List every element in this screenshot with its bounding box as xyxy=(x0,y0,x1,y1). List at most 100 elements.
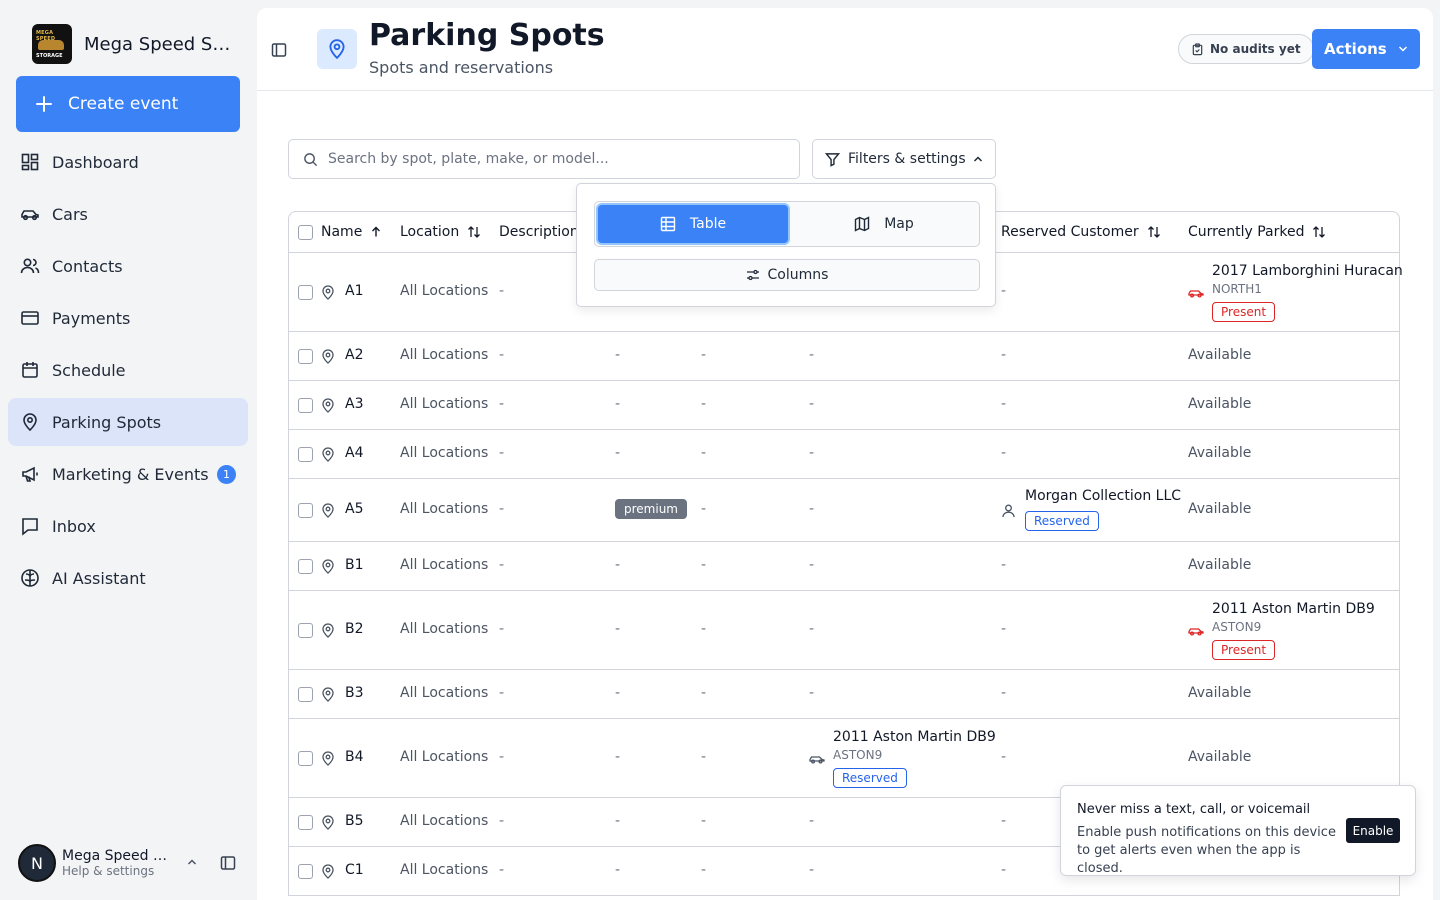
table-row[interactable]: A5 All Locations - premium - - Morgan Co… xyxy=(289,479,1399,542)
column-header-name[interactable]: Name xyxy=(321,224,382,240)
user-menu[interactable]: N Mega Speed St... Help & settings xyxy=(18,842,248,884)
filters-popover: Table Map Columns xyxy=(576,183,996,307)
search-input[interactable]: Search by spot, plate, make, or model... xyxy=(288,139,800,179)
reserved-car-title[interactable]: 2011 Aston Martin DB9 xyxy=(833,729,996,745)
select-all-checkbox[interactable] xyxy=(298,225,313,240)
calendar-icon xyxy=(20,360,40,380)
spot-location: All Locations xyxy=(400,813,489,829)
sidebar-collapse-icon[interactable] xyxy=(220,855,236,871)
map-view-button[interactable]: Map xyxy=(791,205,977,243)
customer-name[interactable]: Morgan Collection LLC xyxy=(1025,488,1181,504)
toast-body: Enable push notifications on this device… xyxy=(1077,825,1336,876)
row-checkbox[interactable] xyxy=(298,398,313,413)
column-header-location[interactable]: Location xyxy=(400,224,481,240)
sidebar-item-label: Payments xyxy=(52,308,131,328)
pin-icon xyxy=(321,398,335,413)
sidebar-item-contacts[interactable]: Contacts xyxy=(8,242,248,290)
dashboard-icon xyxy=(20,152,40,172)
spot-tags: - xyxy=(615,862,621,878)
sidebar-item-label: Parking Spots xyxy=(52,412,162,432)
panel-toggle-icon[interactable] xyxy=(271,42,287,58)
row-checkbox[interactable] xyxy=(298,285,313,300)
audit-status-badge[interactable]: No audits yet xyxy=(1178,34,1314,64)
users-icon xyxy=(20,256,40,276)
spot-name: B3 xyxy=(345,685,364,701)
reserved-customer: - xyxy=(1001,813,1007,829)
sidebar-item-parking-spots[interactable]: Parking Spots xyxy=(8,398,248,446)
status-badge: Reserved xyxy=(833,768,907,788)
sidebar-nav: Dashboard Cars Contacts Payments Schedul… xyxy=(8,138,248,606)
table-view-button[interactable]: Table xyxy=(598,205,788,243)
row-checkbox[interactable] xyxy=(298,559,313,574)
column-header-reserved-customer[interactable]: Reserved Customer xyxy=(1001,224,1161,240)
create-event-button[interactable]: Create event xyxy=(16,76,240,132)
column-header-description[interactable]: Description xyxy=(499,224,579,240)
spot-tags: - xyxy=(615,813,621,829)
table-icon xyxy=(660,216,676,232)
spot-name: A4 xyxy=(345,445,364,461)
actions-button[interactable]: Actions xyxy=(1312,29,1420,69)
spot-description: - xyxy=(499,445,505,461)
spot-location: All Locations xyxy=(400,862,489,878)
reserved-car: - xyxy=(809,557,815,573)
brand[interactable]: MEGA SPEED STORAGE Mega Speed St... xyxy=(32,24,234,64)
reserved-customer: - xyxy=(1001,862,1007,878)
car-icon xyxy=(20,204,40,224)
table-row[interactable]: A4 All Locations - - - - - Available xyxy=(289,430,1399,479)
row-checkbox[interactable] xyxy=(298,815,313,830)
sort-icon xyxy=(1313,226,1326,238)
column-header-currently-parked[interactable]: Currently Parked xyxy=(1188,224,1326,240)
columns-button[interactable]: Columns xyxy=(594,259,980,291)
spot-description: - xyxy=(499,347,505,363)
row-checkbox[interactable] xyxy=(298,864,313,879)
spot-field: - xyxy=(701,347,707,363)
notification-badge: 1 xyxy=(217,465,236,484)
table-row[interactable]: B3 All Locations - - - - - Available xyxy=(289,670,1399,719)
status-badge: Present xyxy=(1212,302,1276,322)
status-badge: Reserved xyxy=(1025,511,1099,531)
enable-notifications-button[interactable]: Enable xyxy=(1346,818,1400,843)
sidebar-item-label: Marketing & Events xyxy=(52,464,209,484)
parked-car-title[interactable]: 2017 Lamborghini Huracan xyxy=(1212,263,1403,279)
reserved-customer: - xyxy=(1001,557,1007,573)
sidebar-item-marketing[interactable]: Marketing & Events 1 xyxy=(8,450,248,498)
table-row[interactable]: A2 All Locations - - - - - Available xyxy=(289,332,1399,381)
table-row[interactable]: B2 All Locations - - - - - 2011 Aston Ma… xyxy=(289,591,1399,670)
sidebar-item-label: Inbox xyxy=(52,516,96,536)
filters-settings-button[interactable]: Filters & settings xyxy=(812,139,996,179)
table-row[interactable]: B1 All Locations - - - - - Available xyxy=(289,542,1399,591)
sidebar-item-payments[interactable]: Payments xyxy=(8,294,248,342)
row-checkbox[interactable] xyxy=(298,447,313,462)
row-checkbox[interactable] xyxy=(298,623,313,638)
row-checkbox[interactable] xyxy=(298,349,313,364)
megaphone-icon xyxy=(20,464,40,484)
parked-status: Available xyxy=(1188,685,1252,701)
reserved-customer: - xyxy=(1001,283,1007,299)
sidebar-item-dashboard[interactable]: Dashboard xyxy=(8,138,248,186)
map-pin-icon xyxy=(20,412,40,432)
column-label: Currently Parked xyxy=(1188,224,1305,240)
parked-car-title[interactable]: 2011 Aston Martin DB9 xyxy=(1212,601,1375,617)
spot-name: B5 xyxy=(345,813,364,829)
table-row[interactable]: A3 All Locations - - - - - Available xyxy=(289,381,1399,430)
spot-description: - xyxy=(499,501,505,517)
reserved-car: - xyxy=(809,862,815,878)
sidebar-item-ai-assistant[interactable]: AI Assistant xyxy=(8,554,248,602)
inbox-icon xyxy=(20,516,40,536)
spot-tags: - xyxy=(615,749,621,765)
sidebar-item-cars[interactable]: Cars xyxy=(8,190,248,238)
spot-description: - xyxy=(499,621,505,637)
spot-name: A3 xyxy=(345,396,364,412)
spot-field: - xyxy=(701,557,707,573)
spot-location: All Locations xyxy=(400,749,489,765)
row-checkbox[interactable] xyxy=(298,687,313,702)
reserved-car-plate: ASTON9 xyxy=(833,748,883,762)
sidebar-item-label: Schedule xyxy=(52,360,126,380)
sidebar-item-inbox[interactable]: Inbox xyxy=(8,502,248,550)
row-checkbox[interactable] xyxy=(298,503,313,518)
chevron-up-icon[interactable] xyxy=(186,856,198,868)
pin-icon xyxy=(321,559,335,574)
sidebar-item-schedule[interactable]: Schedule xyxy=(8,346,248,394)
row-checkbox[interactable] xyxy=(298,751,313,766)
reserved-car: - xyxy=(809,621,815,637)
